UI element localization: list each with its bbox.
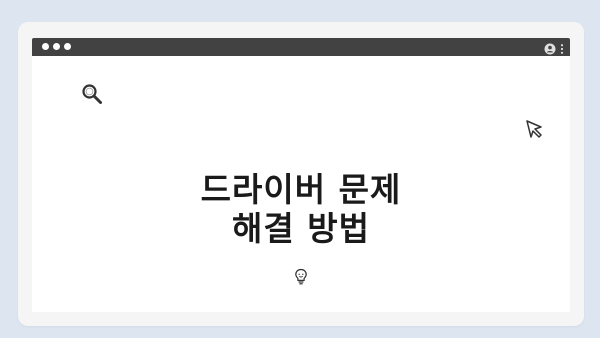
- lightbulb-icon: [294, 268, 308, 290]
- window-titlebar: [32, 38, 570, 56]
- cursor-icon: [524, 118, 546, 144]
- page-background: 드라이버 문제 해결 방법: [0, 0, 600, 338]
- page-title-line-2: 해결 방법: [232, 209, 370, 249]
- page-title-line-1: 드라이버 문제: [200, 170, 402, 210]
- page-title: 드라이버 문제 해결 방법: [32, 170, 570, 248]
- page-content: 드라이버 문제 해결 방법: [32, 56, 570, 312]
- browser-window: 드라이버 문제 해결 방법: [18, 22, 584, 326]
- window-controls: [42, 43, 71, 50]
- close-window-button[interactable]: [42, 43, 49, 50]
- maximize-window-button[interactable]: [64, 43, 71, 50]
- minimize-window-button[interactable]: [53, 43, 60, 50]
- search-icon: [80, 82, 104, 110]
